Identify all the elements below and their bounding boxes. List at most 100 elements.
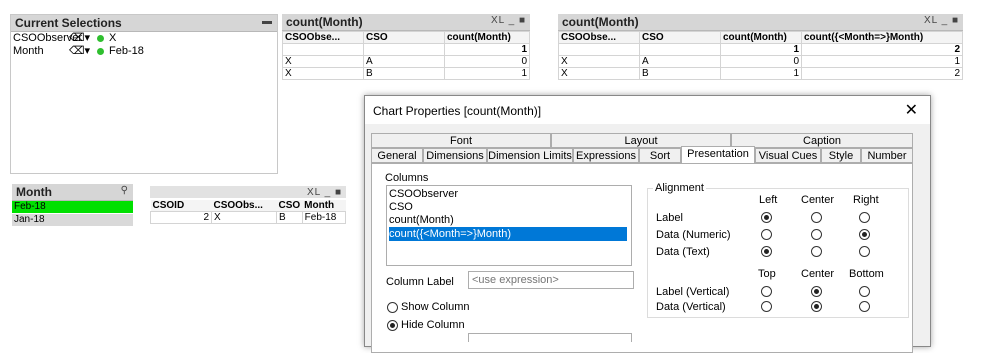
numeric-right-radio[interactable]: [859, 229, 870, 240]
tab-general[interactable]: General: [371, 148, 423, 163]
table-cell: 2: [801, 67, 963, 80]
vlabel-bottom-radio[interactable]: [859, 286, 870, 297]
column-header[interactable]: CSO: [639, 31, 721, 44]
label-right-radio[interactable]: [859, 212, 870, 223]
table-cell: 1: [720, 67, 802, 80]
table-cell: 0: [444, 55, 530, 68]
selection-value-2: Feb-18: [109, 45, 144, 57]
eraser-icon[interactable]: ⌫▾: [69, 31, 90, 44]
tab-expressions[interactable]: Expressions: [573, 148, 639, 163]
table-cell: 2: [150, 211, 212, 224]
vlabel-center-radio[interactable]: [811, 286, 822, 297]
numeric-center-radio[interactable]: [811, 229, 822, 240]
current-selections-title: Current Selections: [15, 16, 122, 30]
table-cell: X: [558, 67, 640, 80]
table-cell: 0: [720, 55, 802, 68]
columns-listbox[interactable]: CSOObserver CSO count(Month) count({<Mon…: [386, 185, 632, 266]
text-center-radio[interactable]: [811, 246, 822, 257]
align-header-right: Right: [853, 194, 879, 206]
table-cell: X: [282, 67, 364, 80]
current-selections-box: Current Selections ▬ CSOObserver ⌫▾ X Mo…: [10, 14, 278, 174]
text-right-radio[interactable]: [859, 246, 870, 257]
column-header[interactable]: count(Month): [720, 31, 802, 44]
tab-number[interactable]: Number: [861, 148, 913, 163]
list-item-selected[interactable]: count({<Month=>}Month): [389, 227, 627, 241]
column-header[interactable]: CSOObs...: [211, 200, 277, 212]
label-left-radio[interactable]: [761, 212, 772, 223]
tab-style[interactable]: Style: [821, 148, 861, 163]
table-row: X B 1 2: [558, 67, 963, 80]
label-center-radio[interactable]: [811, 212, 822, 223]
tab-dimension-limits[interactable]: Dimension Limits: [487, 148, 573, 163]
column-label-input[interactable]: [468, 271, 634, 289]
tab-font[interactable]: Font: [371, 133, 551, 148]
dialog-titlebar: Chart Properties [count(Month)] ✕: [365, 96, 930, 124]
table-cell: A: [639, 55, 721, 68]
table-cell: [558, 43, 640, 56]
detail-table: CSOID CSOObs... CSO Month 2 X B Feb-18: [150, 200, 347, 224]
detail-table-caption: XL _ ■: [150, 186, 346, 198]
object-icons[interactable]: XL _ ■: [924, 15, 959, 26]
month-listbox: Month ⚲ Feb-18 Jan-18: [12, 184, 133, 228]
column-header[interactable]: CSO: [276, 200, 303, 212]
vdata-top-radio[interactable]: [761, 301, 772, 312]
columns-label: Columns: [385, 172, 429, 184]
vdata-bottom-radio[interactable]: [859, 301, 870, 312]
table-row: X A 0 1: [558, 55, 963, 68]
valign-row-data: Data (Vertical): [656, 301, 726, 313]
table-cell: B: [276, 211, 303, 224]
conditional-input[interactable]: [468, 333, 632, 342]
tab-sort[interactable]: Sort: [639, 148, 681, 163]
column-header[interactable]: Month: [302, 200, 346, 212]
listbox-item-jan18[interactable]: Jan-18: [12, 214, 133, 226]
vlabel-top-radio[interactable]: [761, 286, 772, 297]
column-header[interactable]: count(Month): [444, 31, 530, 44]
column-header[interactable]: CSOObse...: [558, 31, 640, 44]
hide-column-radio[interactable]: [387, 320, 398, 331]
search-icon[interactable]: ⚲: [121, 185, 129, 196]
table-cell: Feb-18: [301, 211, 347, 224]
align-header-left: Left: [759, 194, 778, 206]
text-left-radio[interactable]: [761, 246, 772, 257]
tab-dimensions[interactable]: Dimensions: [423, 148, 487, 163]
table-cell: X: [211, 211, 277, 224]
align-row-label: Label: [656, 212, 683, 224]
chart2-title: count(Month): [562, 15, 639, 29]
detail-table-box: XL _ ■ CSOID CSOObs... CSO Month 2 X B F…: [150, 186, 347, 226]
table-cell: [639, 43, 721, 56]
show-column-radio[interactable]: [387, 302, 398, 313]
list-item[interactable]: count(Month): [389, 214, 629, 227]
align-header-center: Center: [801, 194, 835, 206]
table-cell: [282, 43, 364, 56]
valign-row-label: Label (Vertical): [656, 286, 730, 298]
table-row: X B 1: [282, 67, 530, 80]
align-row-data-text: Data (Text): [656, 246, 710, 258]
show-column-label: Show Column: [401, 301, 470, 313]
column-header[interactable]: CSOID: [150, 200, 212, 212]
valign-header-center: Center: [801, 268, 835, 280]
totals-row: 1: [282, 43, 530, 56]
table-cell: X: [282, 55, 364, 68]
column-header[interactable]: count({<Month=>}Month): [801, 31, 963, 44]
column-header[interactable]: CSOObse...: [282, 31, 364, 44]
selection-value-1: X: [109, 32, 117, 44]
numeric-left-radio[interactable]: [761, 229, 772, 240]
chart-properties-dialog: Chart Properties [count(Month)] ✕ Font L…: [364, 95, 931, 353]
tab-visual-cues[interactable]: Visual Cues: [755, 148, 821, 163]
selected-dot-icon: [97, 48, 104, 55]
object-icons[interactable]: XL _ ■: [491, 15, 526, 26]
tab-caption[interactable]: Caption: [731, 133, 913, 148]
list-item[interactable]: CSOObserver: [389, 188, 629, 201]
vdata-center-radio[interactable]: [811, 301, 822, 312]
chart2-table: CSOObse... CSO count(Month) count({<Mont…: [558, 31, 963, 80]
minimize-icon[interactable]: ▬: [262, 16, 273, 27]
listbox-item-feb18[interactable]: Feb-18: [12, 201, 133, 213]
eraser-icon[interactable]: ⌫▾: [69, 44, 90, 57]
close-icon[interactable]: ✕: [905, 100, 918, 120]
object-icons[interactable]: XL _ ■: [307, 187, 342, 198]
tab-presentation[interactable]: Presentation: [681, 146, 755, 163]
list-item[interactable]: CSO: [389, 201, 629, 214]
valign-header-bottom: Bottom: [849, 268, 884, 280]
column-header[interactable]: CSO: [363, 31, 445, 44]
table-cell: 1: [444, 67, 530, 80]
